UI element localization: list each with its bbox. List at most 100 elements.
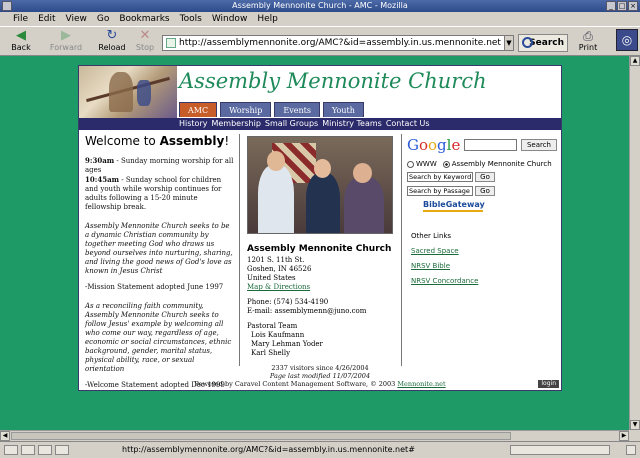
menu-window[interactable]: Window — [207, 12, 253, 26]
mennonite-net-link[interactable]: Mennonite.net — [397, 380, 445, 388]
subnav-history[interactable]: History — [179, 118, 207, 130]
scroll-thumb[interactable] — [11, 432, 511, 440]
subnav-ministry-teams[interactable]: Ministry Teams — [322, 118, 382, 130]
navigator-icon[interactable] — [4, 445, 18, 455]
powered-by: Powered by Caravel Content Management So… — [194, 380, 446, 388]
search-button[interactable]: Search — [518, 34, 568, 52]
scroll-up-icon[interactable]: ▲ — [630, 56, 640, 66]
worship-schedule: 9:30am - Sunday morning worship for all … — [85, 156, 234, 211]
scroll-left-icon[interactable]: ◀ — [0, 431, 10, 441]
team-member: Karl Shelly — [251, 349, 291, 357]
scroll-down-icon[interactable]: ▼ — [630, 420, 640, 430]
address-dropdown[interactable]: ▼ — [504, 35, 514, 51]
team-member: Lois Kaufmann — [251, 331, 305, 339]
site-banner: Assembly Mennonite Church AMC Worship Ev… — [79, 66, 561, 118]
last-modified: Page last modified 11/07/2004 — [269, 372, 371, 380]
page-icon — [166, 38, 176, 48]
sub-navigation: History Membership Small Groups Ministry… — [79, 118, 561, 130]
subnav-small-groups[interactable]: Small Groups — [265, 118, 318, 130]
address-text: http://assemblymennonite.org/AMC?&id=ass… — [179, 38, 501, 48]
visitor-count: 2337 visitors since 4/26/2004 — [271, 364, 369, 372]
minimize-button[interactable]: _ — [606, 1, 616, 11]
throbber-icon[interactable]: ◎ — [616, 29, 638, 51]
menu-file[interactable]: File — [8, 12, 33, 26]
status-text: http://assemblymennonite.org/AMC?&id=ass… — [122, 445, 415, 454]
page-viewport: Assembly Mennonite Church AMC Worship Ev… — [0, 56, 629, 430]
forward-arrow-icon: ▶ — [61, 28, 71, 43]
progress-meter — [510, 445, 610, 455]
right-column: Google Search WWW Assembly Mennonite Chu… — [407, 136, 557, 292]
window-title: Assembly Mennonite Church - AMC - Mozill… — [232, 1, 408, 10]
back-button[interactable]: ◀ Back — [4, 29, 38, 55]
google-search-button[interactable]: Search — [520, 139, 557, 151]
tab-youth[interactable]: Youth — [322, 102, 364, 117]
window-menu-icon[interactable] — [2, 1, 12, 11]
menu-help[interactable]: Help — [252, 12, 283, 26]
church-name: Assembly Mennonite Church — [247, 244, 392, 254]
link-nrsv-concordance[interactable]: NRSV Concordance — [411, 277, 478, 285]
addressbook-icon[interactable] — [55, 445, 69, 455]
subnav-contact-us[interactable]: Contact Us — [386, 118, 430, 130]
navigation-toolbar: ◀ Back ▶ Forward ↻ Reload ✕ Stop http://… — [0, 26, 640, 56]
bible-passage-input[interactable]: Search by Passage — [407, 186, 473, 196]
tab-events[interactable]: Events — [274, 102, 320, 117]
biblegateway-logo[interactable]: BibleGateway — [423, 200, 557, 212]
menu-bookmarks[interactable]: Bookmarks — [114, 12, 174, 26]
menu-go[interactable]: Go — [92, 12, 114, 26]
banner-artwork — [79, 66, 177, 118]
horizontal-scrollbar[interactable]: ◀ ▶ — [0, 430, 629, 441]
google-search-input[interactable] — [464, 139, 517, 151]
email: E-mail: assemblymenn@juno.com — [247, 307, 367, 315]
forward-button[interactable]: ▶ Forward — [46, 29, 86, 55]
back-arrow-icon: ◀ — [16, 28, 26, 43]
column-divider — [401, 134, 402, 366]
print-button[interactable]: ⎙ Print — [574, 29, 602, 55]
radio-site[interactable]: Assembly Mennonite Church — [442, 160, 552, 168]
link-sacred-space[interactable]: Sacred Space — [411, 247, 459, 255]
site-tabs: AMC Worship Events Youth — [179, 102, 364, 117]
tab-amc[interactable]: AMC — [179, 102, 218, 117]
phone: Phone: (574) 534-4190 — [247, 298, 329, 306]
bible-keyword-go-button[interactable]: Go — [475, 172, 495, 182]
stop-button[interactable]: ✕ Stop — [130, 29, 160, 55]
radio-www[interactable]: WWW — [407, 160, 437, 168]
web-page: Assembly Mennonite Church AMC Worship Ev… — [78, 65, 562, 391]
site-title[interactable]: Assembly Mennonite Church — [179, 69, 487, 93]
mission-statement: Assembly Mennonite Church seeks to be a … — [85, 222, 233, 275]
column-divider — [239, 134, 240, 366]
pastoral-team-title: Pastoral Team — [247, 322, 298, 330]
bible-keyword-input[interactable]: Search by Keyword — [407, 172, 473, 182]
printer-icon: ⎙ — [583, 29, 593, 43]
subnav-membership[interactable]: Membership — [211, 118, 260, 130]
pastoral-team-photo — [247, 136, 393, 234]
tab-worship[interactable]: Worship — [220, 102, 272, 117]
menu-view[interactable]: View — [61, 12, 92, 26]
scroll-right-icon[interactable]: ▶ — [619, 431, 629, 441]
login-button[interactable]: login — [538, 380, 559, 388]
menu-edit[interactable]: Edit — [33, 12, 60, 26]
welcome-heading: Welcome to Assembly! — [85, 134, 230, 148]
mail-icon[interactable] — [21, 445, 35, 455]
reload-button[interactable]: ↻ Reload — [94, 29, 130, 55]
middle-column: Assembly Mennonite Church 1201 S. 11th S… — [247, 136, 395, 358]
menu-bar: File Edit View Go Bookmarks Tools Window… — [0, 12, 640, 26]
left-column: Welcome to Assembly! 9:30am - Sunday mor… — [85, 134, 235, 397]
address-bar[interactable]: http://assemblymennonite.org/AMC?&id=ass… — [162, 35, 514, 51]
close-button[interactable]: × — [628, 1, 638, 11]
security-lock-icon[interactable] — [626, 445, 636, 455]
team-member: Mary Lehman Yoder — [251, 340, 323, 348]
menu-tools[interactable]: Tools — [175, 12, 207, 26]
magnifier-icon — [522, 37, 533, 48]
map-directions-link[interactable]: Map & Directions — [247, 283, 310, 291]
address: 1201 S. 11th St. Goshen, IN 46526 United… — [247, 256, 395, 358]
page-footer: 2337 visitors since 4/26/2004 Page last … — [79, 364, 561, 388]
link-nrsv-bible[interactable]: NRSV Bible — [411, 262, 450, 270]
window-title-bar: Assembly Mennonite Church - AMC - Mozill… — [0, 0, 640, 12]
mission-note: -Mission Statement adopted June 1997 — [85, 283, 224, 291]
google-logo: Google — [407, 136, 461, 154]
maximize-button[interactable]: □ — [617, 1, 627, 11]
vertical-scrollbar[interactable]: ▲ ▼ — [629, 56, 640, 430]
other-links-title: Other Links — [411, 232, 452, 240]
composer-icon[interactable] — [38, 445, 52, 455]
bible-passage-go-button[interactable]: Go — [475, 186, 495, 196]
